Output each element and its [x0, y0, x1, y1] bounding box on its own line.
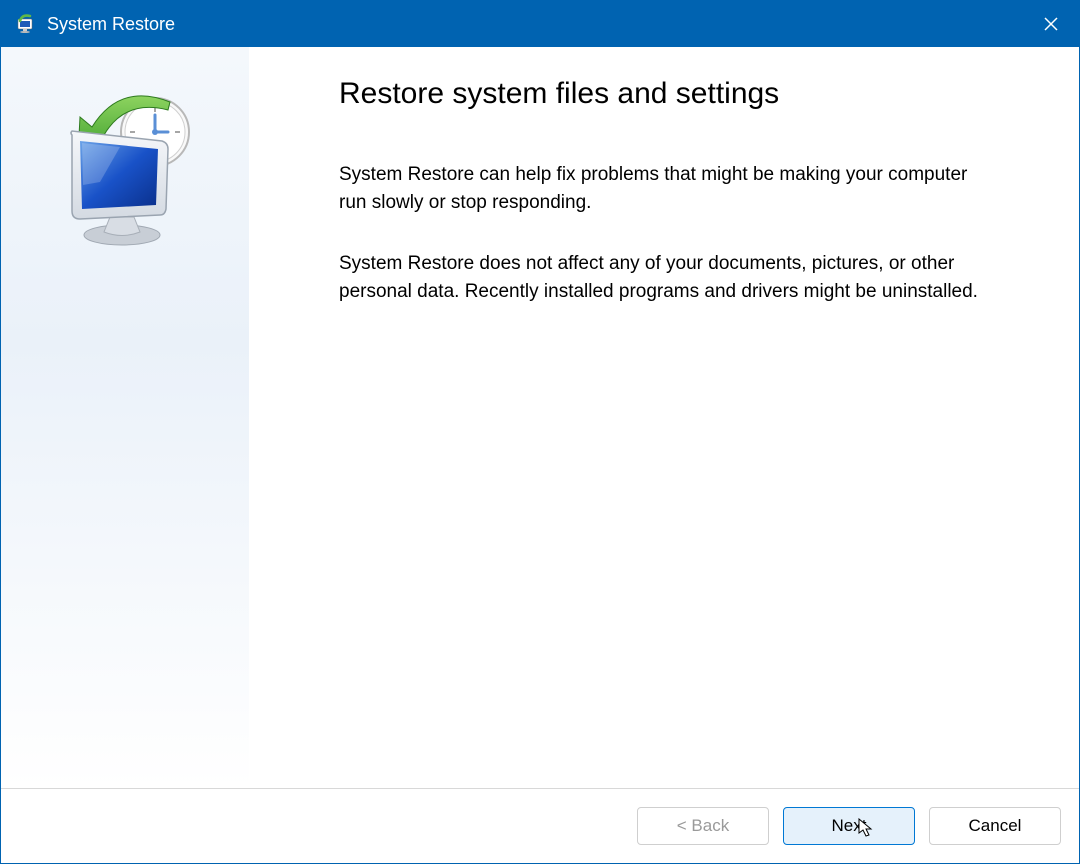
close-icon [1044, 17, 1058, 31]
close-button[interactable] [1023, 1, 1079, 47]
titlebar-left: System Restore [15, 13, 175, 35]
next-button-label: Next [832, 816, 867, 836]
wizard-sidebar [1, 47, 249, 788]
cancel-button-label: Cancel [969, 816, 1022, 836]
next-button[interactable]: Next [783, 807, 915, 845]
content-area: Restore system files and settings System… [1, 47, 1079, 788]
system-restore-wizard-icon [50, 87, 200, 237]
cursor-icon [858, 818, 876, 838]
system-restore-icon [15, 13, 37, 35]
system-restore-window: System Restore [0, 0, 1080, 864]
back-button-label: < Back [677, 816, 729, 836]
back-button: < Back [637, 807, 769, 845]
cancel-button[interactable]: Cancel [929, 807, 1061, 845]
description-text-1: System Restore can help fix problems tha… [339, 161, 979, 216]
wizard-footer: < Back Next Cancel [1, 788, 1079, 863]
main-content: Restore system files and settings System… [249, 47, 1079, 788]
window-title: System Restore [47, 14, 175, 35]
titlebar: System Restore [1, 1, 1079, 47]
description-text-2: System Restore does not affect any of yo… [339, 250, 979, 305]
page-heading: Restore system files and settings [339, 77, 1019, 111]
